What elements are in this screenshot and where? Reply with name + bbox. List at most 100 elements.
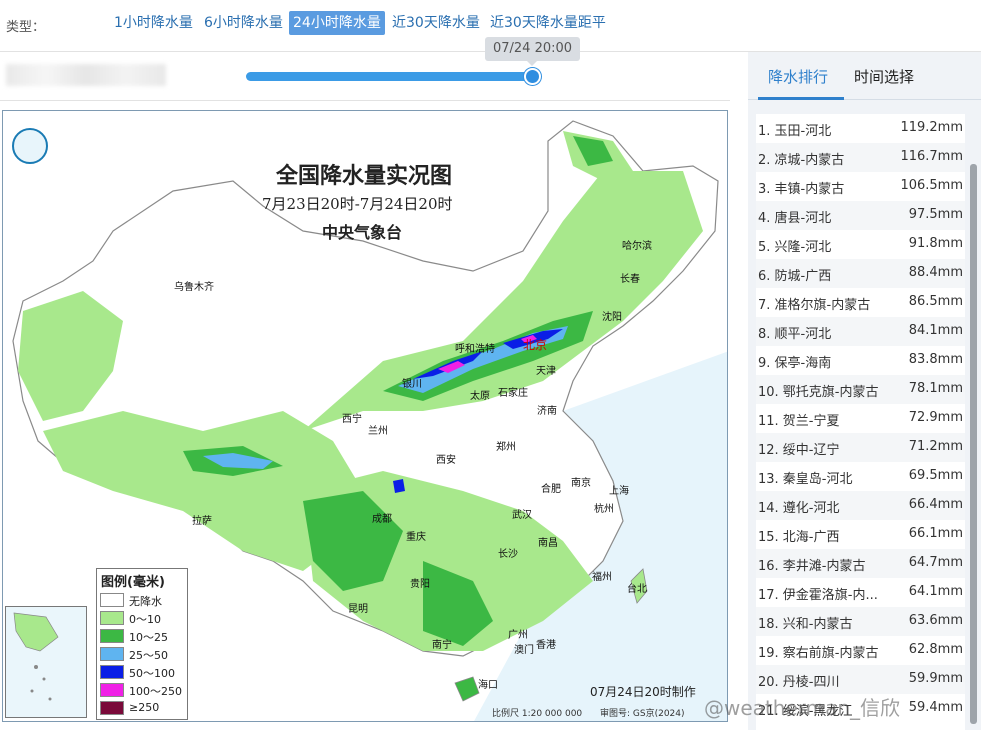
ranking-station: 15. 北海-广西: [758, 530, 840, 545]
tab-1h-precip[interactable]: 1小时降水量: [110, 11, 197, 35]
ranking-station: 3. 丰镇-内蒙古: [758, 182, 845, 197]
ranking-list[interactable]: 1. 玉田-河北 119.2mm 2. 凉城-内蒙古 116.7mm 3. 丰镇-内蒙古…: [756, 114, 965, 730]
produced-time: 07月24日20时制作: [590, 685, 696, 699]
legend-label: 50～100: [129, 667, 175, 680]
legend-title: 图例(毫米): [101, 575, 165, 590]
time-slider-track[interactable]: [246, 72, 536, 81]
legend-swatch: [100, 683, 124, 697]
ranking-row[interactable]: 10. 鄂托克旗-内蒙古 78.1mm: [756, 375, 965, 404]
city-label: 呼和浩特: [455, 344, 495, 355]
ranking-station: 13. 秦皇岛-河北: [758, 472, 853, 487]
ranking-station: 11. 贺兰-宁夏: [758, 414, 840, 429]
ranking-panel: 降水排行 时间选择 1. 玉田-河北 119.2mm 2. 凉城-内蒙古 116.7m…: [748, 52, 981, 730]
ranking-value: 116.7mm: [900, 149, 963, 164]
city-label: 合肥: [541, 484, 561, 495]
ranking-value: 66.4mm: [908, 497, 963, 512]
ranking-value: 72.9mm: [908, 410, 963, 425]
ranking-row[interactable]: 7. 准格尔旗-内蒙古 86.5mm: [756, 288, 965, 317]
ranking-station: 1. 玉田-河北: [758, 124, 832, 139]
legend-label: 0～10: [129, 613, 161, 626]
tab-24h-precip[interactable]: 24小时降水量: [289, 11, 385, 35]
ranking-row[interactable]: 20. 丹棱-四川 59.9mm: [756, 665, 965, 694]
divider: [0, 100, 730, 101]
tab-30d-anomaly[interactable]: 近30天降水量距平: [486, 11, 610, 35]
ranking-row[interactable]: 8. 顺平-河北 84.1mm: [756, 317, 965, 346]
city-label: 拉萨: [192, 516, 212, 527]
city-label: 石家庄: [498, 388, 528, 399]
city-label: 南宁: [432, 640, 452, 651]
city-label: 沈阳: [602, 312, 622, 323]
ranking-row[interactable]: 19. 察右前旗-内蒙古 62.8mm: [756, 636, 965, 665]
ranking-row[interactable]: 9. 保亭-海南 83.8mm: [756, 346, 965, 375]
ranking-value: 66.1mm: [908, 526, 963, 541]
inset-graphic: [13, 612, 59, 701]
ranking-station: 17. 伊金霍洛旗-内...: [758, 588, 878, 603]
ranking-row[interactable]: 1. 玉田-河北 119.2mm: [756, 114, 965, 143]
city-label: 昆明: [348, 604, 368, 615]
time-slider-tooltip: 07/24 20:00: [485, 37, 580, 66]
city-label: 哈尔滨: [622, 241, 652, 252]
ranking-station: 4. 唐县-河北: [758, 211, 832, 226]
ranking-station: 2. 凉城-内蒙古: [758, 153, 845, 168]
ranking-station: 20. 丹棱-四川: [758, 675, 840, 690]
city-label: 南京: [571, 478, 591, 489]
tab-30d-precip[interactable]: 近30天降水量: [388, 11, 484, 35]
ranking-value: 71.2mm: [908, 439, 963, 454]
city-label: 南昌: [538, 538, 558, 549]
legend-label: 10～25: [129, 631, 168, 644]
ranking-row[interactable]: 5. 兴隆-河北 91.8mm: [756, 230, 965, 259]
legend-swatch: [100, 701, 124, 715]
tab-precip-ranking[interactable]: 降水排行: [768, 66, 828, 87]
ranking-row[interactable]: 3. 丰镇-内蒙古 106.5mm: [756, 172, 965, 201]
tab-6h-precip[interactable]: 6小时降水量: [200, 11, 287, 35]
city-label: 澳门: [514, 645, 534, 656]
ranking-station: 16. 李井滩-内蒙古: [758, 559, 866, 574]
city-label: 海口: [478, 680, 498, 691]
legend-swatch: [100, 665, 124, 679]
ranking-station: 10. 鄂托克旗-内蒙古: [758, 385, 879, 400]
ranking-row[interactable]: 18. 兴和-内蒙古 63.6mm: [756, 607, 965, 636]
city-label: 香港: [536, 640, 556, 651]
ranking-row[interactable]: 13. 秦皇岛-河北 69.5mm: [756, 462, 965, 491]
map-subtitle: 7月23日20时-7月24日20时: [262, 195, 453, 213]
city-label: 银川: [402, 379, 422, 390]
city-label: 杭州: [594, 504, 614, 515]
time-slider-thumb[interactable]: [524, 68, 541, 85]
active-tab-indicator: [758, 97, 844, 100]
city-label: 福州: [592, 572, 612, 583]
ranking-value: 86.5mm: [908, 294, 963, 309]
legend-swatch: [100, 629, 124, 643]
ranking-value: 78.1mm: [908, 381, 963, 396]
ranking-row[interactable]: 4. 唐县-河北 97.5mm: [756, 201, 965, 230]
ranking-row[interactable]: 15. 北海-广西 66.1mm: [756, 520, 965, 549]
ranking-value: 83.8mm: [908, 352, 963, 367]
ranking-row[interactable]: 11. 贺兰-宁夏 72.9mm: [756, 404, 965, 433]
ranking-row[interactable]: 2. 凉城-内蒙古 116.7mm: [756, 143, 965, 172]
ranking-value: 97.5mm: [908, 207, 963, 222]
ranking-row[interactable]: 6. 防城-广西 88.4mm: [756, 259, 965, 288]
map-agency: 中央气象台: [322, 223, 403, 242]
panel-tabs: 降水排行 时间选择: [748, 52, 981, 100]
cma-logo: [12, 128, 48, 164]
city-label: 西宁: [342, 414, 362, 425]
ranking-value: 63.6mm: [908, 613, 963, 628]
south-china-sea-inset: [5, 606, 87, 718]
ranking-row[interactable]: 14. 遵化-河北 66.4mm: [756, 491, 965, 520]
ranking-row[interactable]: 16. 李井滩-内蒙古 64.7mm: [756, 549, 965, 578]
tab-time-select[interactable]: 时间选择: [854, 66, 914, 87]
legend-label: ≥250: [129, 701, 160, 714]
ranking-station: 14. 遵化-河北: [758, 501, 840, 516]
ranking-scrollbar[interactable]: [970, 164, 977, 724]
ranking-value: 91.8mm: [908, 236, 963, 251]
ranking-row[interactable]: 17. 伊金霍洛旗-内... 64.1mm: [756, 578, 965, 607]
map-title: 全国降水量实况图: [276, 163, 453, 189]
ranking-station: 12. 绥中-辽宁: [758, 443, 840, 458]
ranking-row[interactable]: 12. 绥中-辽宁 71.2mm: [756, 433, 965, 462]
ranking-value: 62.8mm: [908, 642, 963, 657]
city-label: 长春: [620, 274, 640, 285]
city-label: 上海: [609, 486, 629, 497]
legend-label: 25～50: [129, 649, 168, 662]
city-label: 长沙: [498, 549, 518, 560]
city-label: 武汉: [512, 510, 532, 521]
city-label: 兰州: [368, 426, 388, 437]
